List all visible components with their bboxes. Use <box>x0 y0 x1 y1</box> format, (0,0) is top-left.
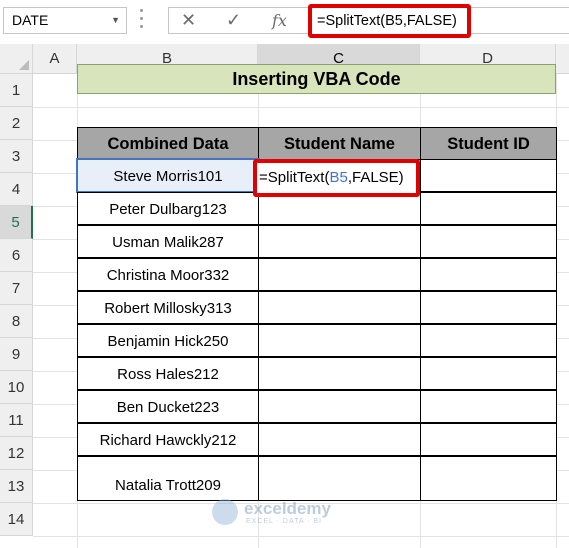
cell-d9[interactable] <box>420 291 557 324</box>
row-header-11[interactable]: 11 <box>0 404 33 437</box>
row-header-9[interactable]: 9 <box>0 338 33 371</box>
row-header-14[interactable]: 14 <box>0 503 33 536</box>
cell-c12[interactable] <box>258 390 421 423</box>
row-header-8[interactable]: 8 <box>0 305 33 338</box>
row-header-4[interactable]: 4 <box>0 173 33 206</box>
name-box-value: DATE <box>12 12 49 28</box>
exceldemy-watermark: exceldemy EXCEL · DATA · BI <box>212 495 362 531</box>
cancel-icon[interactable]: ✕ <box>181 7 196 34</box>
row-header-13[interactable]: 13 <box>0 470 33 503</box>
cell-d5[interactable] <box>420 159 557 192</box>
column-header-a[interactable]: A <box>33 44 77 74</box>
cell-d13[interactable] <box>420 423 557 456</box>
cell-d6[interactable] <box>420 192 557 225</box>
cell-b5[interactable]: Steve Morris101 <box>76 158 260 193</box>
cell-b6[interactable]: Peter Dulbarg123 <box>77 192 259 225</box>
row-header-2[interactable]: 2 <box>0 107 33 140</box>
row-header-5[interactable]: 5 <box>0 206 33 239</box>
drag-handle-icon[interactable] <box>140 9 144 31</box>
formula-prefix: =SplitText( <box>259 169 330 186</box>
exceldemy-logo-icon <box>212 499 238 525</box>
name-box[interactable]: DATE ▼ <box>3 7 127 34</box>
formula-text[interactable]: =SplitText(B5,FALSE) <box>308 4 471 38</box>
watermark-tagline: EXCEL · DATA · BI <box>246 518 322 525</box>
cell-b9[interactable]: Robert Millosky313 <box>77 291 259 324</box>
header-student-id[interactable]: Student ID <box>420 127 557 160</box>
active-cell-c5[interactable]: =SplitText(B5,FALSE) <box>253 159 420 197</box>
column-header-e[interactable] <box>556 44 569 74</box>
cell-b12[interactable]: Ben Ducket223 <box>77 390 259 423</box>
header-combined-data[interactable]: Combined Data <box>77 127 259 160</box>
formula-reference: B5 <box>329 169 348 186</box>
chevron-down-icon[interactable]: ▼ <box>111 8 120 33</box>
row-header-7[interactable]: 7 <box>0 272 33 305</box>
cell-d12[interactable] <box>420 390 557 423</box>
cell-c13[interactable] <box>258 423 421 456</box>
cell-d11[interactable] <box>420 357 557 390</box>
header-student-name[interactable]: Student Name <box>258 127 421 160</box>
formula-suffix: ,FALSE) <box>347 169 404 186</box>
cell-d10[interactable] <box>420 324 557 357</box>
cell-d8[interactable] <box>420 258 557 291</box>
cell-d14[interactable] <box>420 456 557 501</box>
watermark-name: exceldemy <box>244 499 331 518</box>
cell-c9[interactable] <box>258 291 421 324</box>
gridline <box>33 107 569 108</box>
sheet-title[interactable]: Inserting VBA Code <box>77 64 556 94</box>
cell-c11[interactable] <box>258 357 421 390</box>
row-header-6[interactable]: 6 <box>0 239 33 272</box>
cell-b10[interactable]: Benjamin Hick250 <box>77 324 259 357</box>
cell-b7[interactable]: Usman Malik287 <box>77 225 259 258</box>
cell-b13[interactable]: Richard Hawckly212 <box>77 423 259 456</box>
enter-icon[interactable]: ✓ <box>226 7 241 34</box>
select-all-button[interactable] <box>0 44 33 74</box>
row-header-10[interactable]: 10 <box>0 371 33 404</box>
row-header-3[interactable]: 3 <box>0 140 33 173</box>
row-header-12[interactable]: 12 <box>0 437 33 470</box>
cell-c7[interactable] <box>258 225 421 258</box>
cell-b11[interactable]: Ross Hales212 <box>77 357 259 390</box>
cell-c10[interactable] <box>258 324 421 357</box>
cell-b8[interactable]: Christina Moor332 <box>77 258 259 291</box>
cell-d7[interactable] <box>420 225 557 258</box>
gridline <box>33 536 569 537</box>
cell-c8[interactable] <box>258 258 421 291</box>
formula-bar: DATE ▼ ✕ ✓ fx =SplitText(B5,FALSE) <box>0 0 569 44</box>
insert-function-button[interactable]: fx <box>272 7 287 34</box>
row-header-1[interactable]: 1 <box>0 74 33 107</box>
